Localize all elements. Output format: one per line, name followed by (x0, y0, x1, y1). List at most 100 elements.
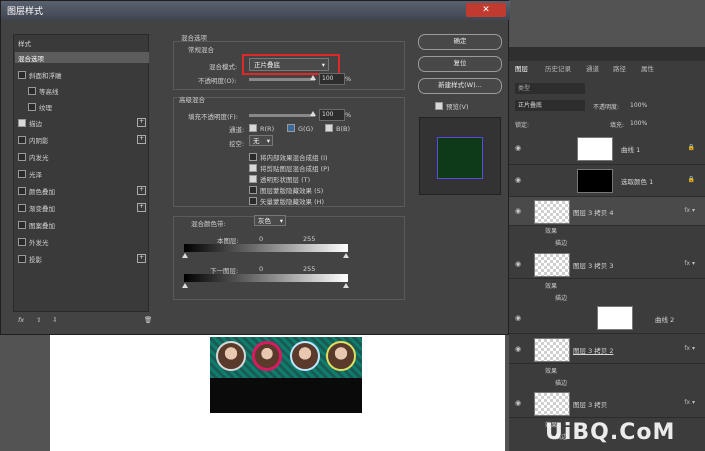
layer-opacity-value[interactable]: 100% (630, 102, 647, 109)
chevron-down-icon: ▾ (279, 217, 283, 225)
layer-row[interactable]: ◉ 图层 3 拷贝 fx ▾ (509, 389, 705, 418)
new-style-button[interactable]: 新建样式(W)... (418, 78, 502, 94)
style-item-gradient-overlay[interactable]: 渐变叠加 (18, 203, 55, 213)
layer-blend-select[interactable]: 正片叠底 (515, 100, 585, 111)
preview-swatch (437, 137, 483, 179)
preview-checkbox[interactable]: 预览(V) (435, 101, 469, 111)
reset-button[interactable]: 复位 (418, 56, 502, 72)
opacity-slider[interactable] (249, 78, 315, 81)
add-stroke-icon[interactable]: + (137, 118, 146, 127)
opacity-slider-handle[interactable] (310, 75, 316, 80)
layer-thumbnail (534, 200, 570, 224)
portrait-2 (252, 341, 282, 371)
option-transparency-shapes[interactable]: 透明形状图层 (T) (249, 174, 310, 184)
style-item-color-overlay[interactable]: 颜色叠加 (18, 186, 55, 196)
fx-menu-icon[interactable]: fx (18, 316, 24, 324)
under-layer-white-handle[interactable] (343, 283, 349, 288)
this-layer-max: 255 (303, 235, 316, 243)
add-color-overlay-icon[interactable]: + (137, 186, 146, 195)
eye-icon[interactable]: ◉ (515, 176, 521, 184)
ok-button[interactable]: 确定 (418, 34, 502, 50)
move-up-icon[interactable]: ⇧ (36, 316, 41, 324)
layer-row[interactable]: ◉ 选取颜色 1 🔒 (509, 165, 705, 197)
channel-b-checkbox[interactable]: B(B) (325, 124, 350, 133)
close-button[interactable]: ✕ (466, 3, 506, 17)
layer-row[interactable]: ◉ 曲线 2 (509, 303, 705, 334)
add-drop-shadow-icon[interactable]: + (137, 254, 146, 263)
blend-if-group (173, 216, 405, 300)
opacity-input[interactable]: 100 (319, 73, 345, 85)
effects-label: 效果 (545, 283, 558, 290)
effects-label: 效果 (545, 228, 558, 235)
style-item-bevel[interactable]: 斜面和浮雕 (18, 70, 62, 80)
effects-label: 效果 (545, 368, 558, 375)
this-layer-black-handle[interactable] (182, 253, 188, 258)
this-layer-white-handle[interactable] (343, 253, 349, 258)
effect-stroke[interactable]: 描边 (555, 238, 567, 247)
layer-row[interactable]: ◉ 曲线 1 🔒 (509, 133, 705, 165)
eye-icon[interactable]: ◉ (515, 314, 521, 322)
eye-icon[interactable]: ◉ (515, 144, 521, 152)
fill-opacity-input[interactable]: 100 (319, 109, 345, 121)
dialog-titlebar: 图层样式 ✕ (1, 1, 510, 20)
panel-topbar (509, 47, 705, 61)
channel-g-checkbox[interactable]: G(G) (287, 124, 313, 133)
fill-percent: % (345, 111, 352, 119)
style-item-pattern-overlay[interactable]: 图案叠加 (18, 220, 55, 230)
style-item-contour[interactable]: 等高线 (28, 86, 59, 96)
fill-opacity-slider-handle[interactable] (310, 111, 316, 116)
fx-icon[interactable]: fx ▾ (684, 399, 695, 406)
effect-stroke[interactable]: 描边 (555, 378, 567, 387)
tab-paths[interactable]: 路径 (613, 63, 626, 74)
tab-properties[interactable]: 属性 (641, 63, 654, 74)
blend-if-select[interactable]: 灰色 ▾ (254, 215, 286, 226)
fill-opacity-slider[interactable] (249, 114, 315, 117)
move-down-icon[interactable]: ⇩ (52, 316, 57, 324)
fx-icon[interactable]: fx ▾ (684, 207, 695, 214)
tab-history[interactable]: 历史记录 (545, 63, 571, 74)
layer-name: 图层 3 拷贝 3 (573, 262, 614, 270)
knockout-select[interactable]: 无 ▾ (249, 135, 273, 146)
trash-icon[interactable]: 🗑 (144, 316, 152, 324)
portrait-1 (216, 341, 246, 371)
add-inner-shadow-icon[interactable]: + (137, 135, 146, 144)
layer-row-selected[interactable]: ◉ 图层 3 拷贝 4 fx ▾ (509, 197, 705, 226)
under-layer-black-handle[interactable] (182, 283, 188, 288)
layer-thumbnail (534, 338, 570, 362)
eye-icon[interactable]: ◉ (515, 399, 521, 407)
style-item-stroke[interactable]: 描边 (18, 118, 42, 128)
eye-icon[interactable]: ◉ (515, 260, 521, 268)
eye-icon[interactable]: ◉ (515, 207, 521, 215)
fx-icon[interactable]: fx ▾ (684, 260, 695, 267)
channel-r-checkbox[interactable]: R(R) (249, 124, 274, 133)
style-item-blending-options[interactable]: 混合选项 (18, 53, 44, 63)
add-gradient-overlay-icon[interactable]: + (137, 203, 146, 212)
option-blend-clipped[interactable]: 将剪贴图层混合成组 (P) (249, 163, 330, 173)
tab-layers[interactable]: 图层 (515, 63, 528, 74)
tab-channels[interactable]: 通道 (586, 63, 599, 74)
dialog-title: 图层样式 (7, 7, 44, 17)
layer-row[interactable]: ◉ 图层 3 拷贝 3 fx ▾ (509, 250, 705, 279)
layer-fill-value[interactable]: 100% (630, 120, 647, 127)
style-item-inner-glow[interactable]: 内发光 (18, 152, 49, 162)
under-layer-gradient (184, 274, 348, 282)
fx-icon[interactable]: fx ▾ (684, 345, 695, 352)
layer-name: 选取颜色 1 (621, 178, 654, 186)
style-item-inner-shadow[interactable]: 内阴影 (18, 135, 49, 145)
option-vector-mask-hides[interactable]: 矢量蒙版隐藏效果 (H) (249, 196, 324, 206)
layer-row[interactable]: ◉ 图层 3 拷贝 2 fx ▾ (509, 335, 705, 364)
style-item-satin[interactable]: 光泽 (18, 169, 42, 179)
style-item-outer-glow[interactable]: 外发光 (18, 237, 49, 247)
effect-stroke[interactable]: 描边 (555, 293, 567, 302)
style-item-texture[interactable]: 纹理 (28, 102, 52, 112)
layer-filter-input[interactable]: 类型 (515, 83, 585, 94)
this-layer-min: 0 (259, 235, 264, 243)
option-blend-interior[interactable]: 将内部效果混合成组 (I) (249, 152, 328, 162)
style-item-drop-shadow[interactable]: 投影 (18, 254, 42, 264)
under-layer-min: 0 (259, 265, 264, 273)
eye-icon[interactable]: ◉ (515, 345, 521, 353)
artwork-image (210, 337, 362, 413)
layer-name: 图层 3 拷贝 2 (573, 347, 614, 355)
option-layer-mask-hides[interactable]: 图层蒙版隐藏效果 (S) (249, 185, 323, 195)
opacity-percent: % (345, 75, 352, 83)
